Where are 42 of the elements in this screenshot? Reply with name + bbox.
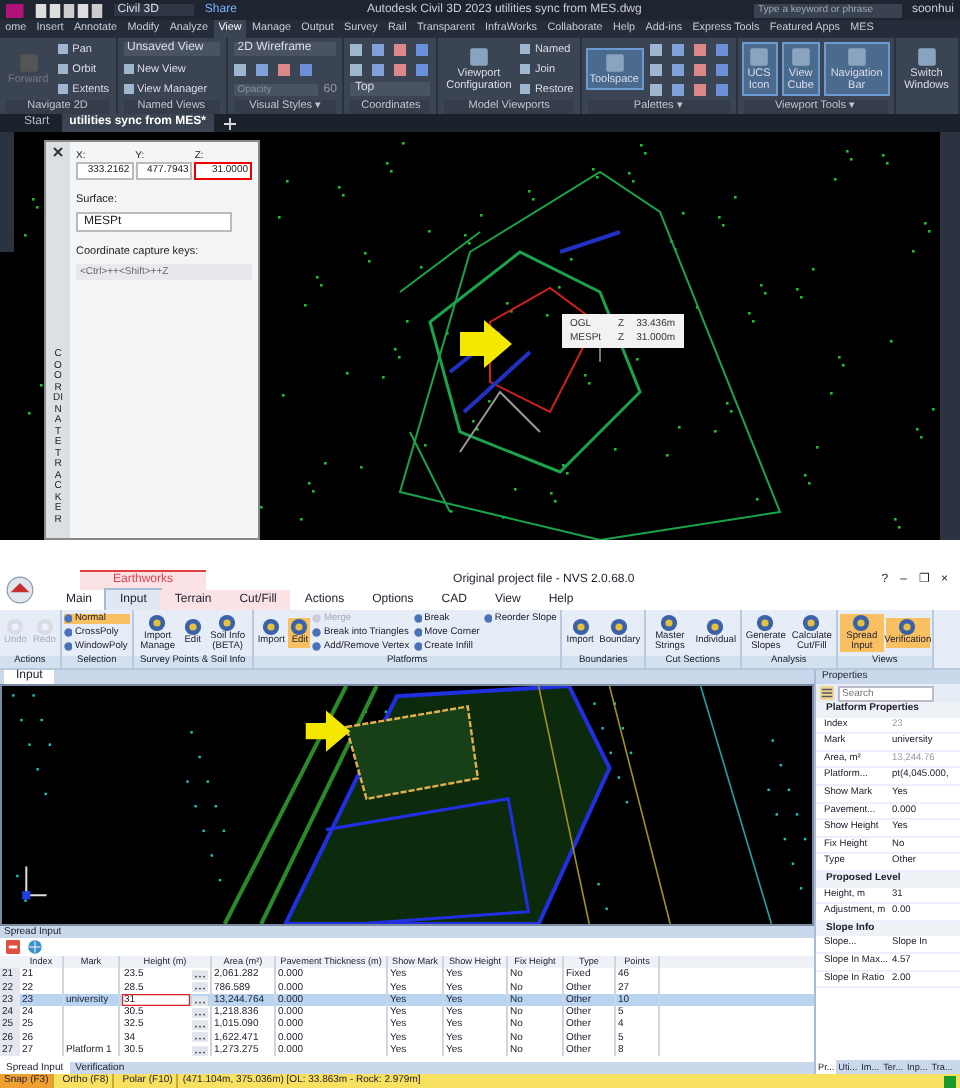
axis-icon [22,865,48,900]
toolbar-icons[interactable] [649,83,729,95]
tool-icon [789,46,812,68]
app-logo-icon[interactable] [6,3,24,17]
toolbar-icons[interactable] [350,63,431,75]
more-icon[interactable] [192,1020,208,1031]
tool-icon [756,613,775,632]
tool-icon [915,46,938,68]
close-icon[interactable] [52,146,64,158]
toolbar-icons[interactable] [649,43,729,55]
tool-icon [852,613,871,632]
tool-icon [483,614,493,624]
arrow-icon [305,710,351,752]
more-icon[interactable] [192,995,208,1006]
remove-icon[interactable] [6,940,20,954]
tool-icon [571,618,590,637]
tool-icon [802,613,821,632]
tool-icon [845,46,868,68]
tool-icon [17,52,40,74]
navigation-strip [0,132,14,252]
more-icon[interactable] [192,1007,208,1018]
more-icon[interactable] [192,982,208,993]
tool-icon [660,613,679,632]
more-icon[interactable] [192,1045,208,1056]
status-indicator-icon [944,1075,956,1087]
app-logo-icon[interactable] [6,576,34,604]
more-icon[interactable] [192,1032,208,1043]
tool-icon [706,618,725,637]
tool-icon [467,46,490,68]
toolbar-icons[interactable] [649,63,729,75]
new-tab-icon[interactable] [224,117,237,129]
toolbar-icons[interactable] [350,43,431,55]
sort-icon[interactable] [820,686,834,700]
tool-icon [610,618,629,637]
arrow-icon [460,320,512,368]
quick-access-icons[interactable] [33,3,104,17]
toolbar-icons[interactable] [233,63,314,75]
tool-icon [748,46,771,68]
tool-icon [603,52,626,74]
globe-icon[interactable] [28,940,42,954]
tool-icon [898,618,917,637]
more-icon[interactable] [192,969,208,980]
